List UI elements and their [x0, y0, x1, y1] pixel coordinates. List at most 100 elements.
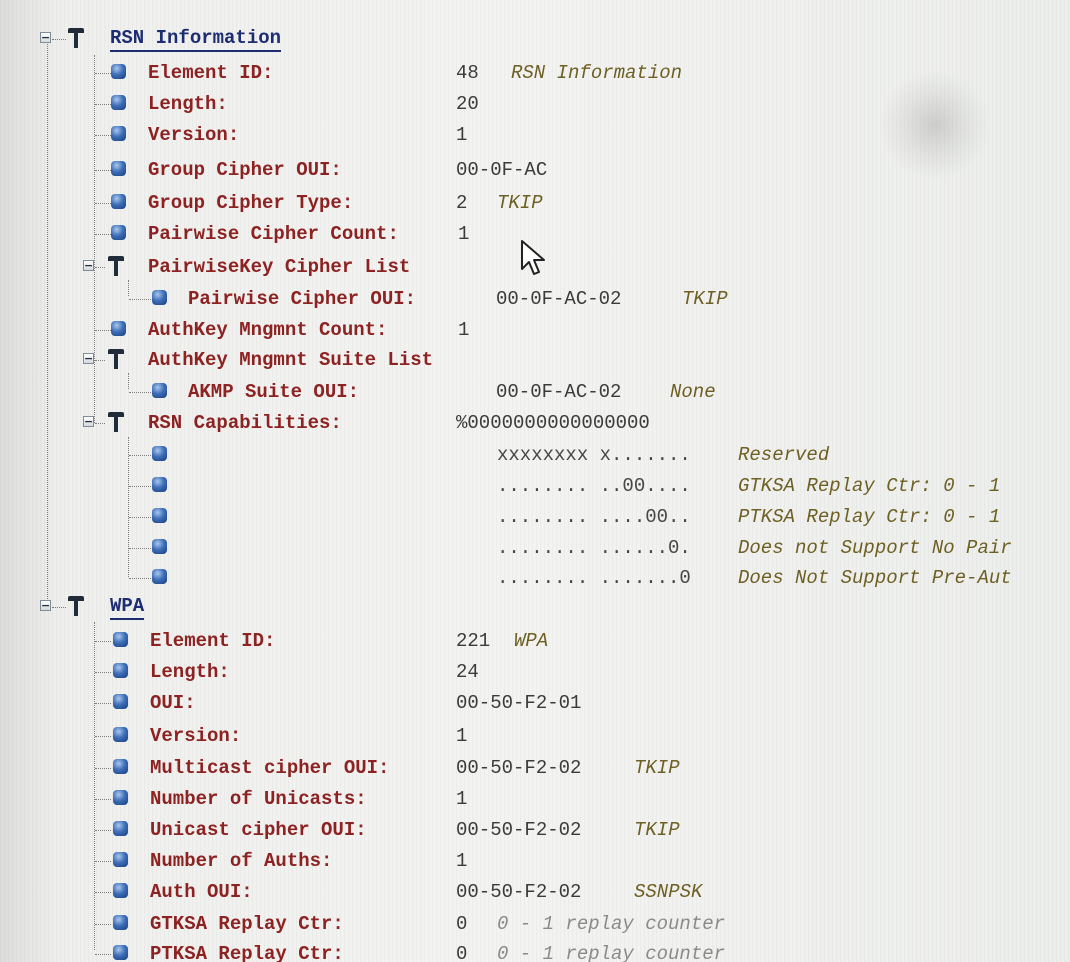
- field-cube-icon: [113, 727, 128, 742]
- field-label: Pairwise Cipher Count:: [148, 223, 399, 245]
- tree-group-icon: [107, 347, 125, 371]
- field-cube-icon: [111, 126, 126, 141]
- section-title: WPA: [110, 594, 145, 620]
- field-value: 20: [456, 93, 479, 115]
- field-label: Length:: [150, 661, 230, 683]
- field-value: %0000000000000000: [456, 412, 650, 434]
- field-cube-icon: [152, 477, 167, 492]
- field-value: 00-0F-AC: [456, 159, 548, 181]
- rsn-element-id-row[interactable]: Element ID: 48 RSN Information: [0, 58, 1070, 89]
- field-value: 00-50-F2-02: [456, 819, 582, 841]
- wpa-element-id-row[interactable]: Element ID: 221 WPA: [0, 626, 1070, 657]
- field-label: OUI:: [150, 692, 196, 714]
- capability-bit-row[interactable]: ........ ......0. Does not Support No Pa…: [0, 533, 1070, 564]
- wpa-node[interactable]: − WPA: [0, 592, 1070, 623]
- section-title: RSN Information: [110, 26, 282, 52]
- wpa-ptksa-replay-ctr-row[interactable]: PTKSA Replay Ctr: 0 0 - 1 replay counter: [0, 939, 1070, 962]
- wpa-number-of-unicasts-row[interactable]: Number of Unicasts: 1: [0, 784, 1070, 815]
- field-cube-icon: [111, 95, 126, 110]
- field-value: 00-50-F2-01: [456, 692, 582, 714]
- field-description: RSN Information: [511, 62, 683, 84]
- field-cube-icon: [111, 161, 126, 176]
- field-cube-icon: [152, 569, 167, 584]
- rsn-group-cipher-oui-row[interactable]: Group Cipher OUI: 00-0F-AC: [0, 155, 1070, 186]
- capability-bit-row[interactable]: ........ ..00.... GTKSA Replay Ctr: 0 - …: [0, 471, 1070, 502]
- field-label: Group Cipher Type:: [148, 192, 354, 214]
- field-cube-icon: [152, 290, 167, 305]
- field-description: None: [670, 381, 716, 403]
- field-cube-icon: [111, 225, 126, 240]
- field-label: Auth OUI:: [150, 881, 253, 903]
- field-description: TKIP: [682, 288, 728, 310]
- field-description: 0 - 1 replay counter: [497, 913, 726, 935]
- field-value: 00-0F-AC-02: [496, 381, 622, 403]
- wpa-number-of-auths-row[interactable]: Number of Auths: 1: [0, 846, 1070, 877]
- collapse-toggle-icon[interactable]: −: [83, 416, 94, 427]
- wpa-length-row[interactable]: Length: 24: [0, 657, 1070, 688]
- field-value: 00-0F-AC-02: [496, 288, 622, 310]
- field-description: WPA: [514, 630, 549, 652]
- bit-description: Does not Support No Pair: [738, 537, 1012, 559]
- rsn-version-row[interactable]: Version: 1: [0, 120, 1070, 151]
- field-cube-icon: [113, 852, 128, 867]
- field-label: Pairwise Cipher OUI:: [188, 288, 417, 310]
- bit-description: PTKSA Replay Ctr: 0 - 1: [738, 506, 1001, 528]
- authkey-mngmnt-suite-list-node[interactable]: − AuthKey Mngmnt Suite List: [0, 345, 1070, 376]
- rsn-group-cipher-type-row[interactable]: Group Cipher Type: 2 TKIP: [0, 188, 1070, 219]
- bit-pattern: ........ ....00..: [497, 506, 691, 528]
- field-label: Version:: [148, 124, 240, 146]
- authkey-mngmnt-count-row[interactable]: AuthKey Mngmnt Count: 1: [0, 315, 1070, 346]
- wpa-multicast-cipher-oui-row[interactable]: Multicast cipher OUI: 00-50-F2-02 TKIP: [0, 753, 1070, 784]
- field-label: Length:: [148, 93, 228, 115]
- field-cube-icon: [113, 759, 128, 774]
- tree-group-icon: [107, 410, 125, 434]
- akmp-suite-oui-row[interactable]: AKMP Suite OUI: 00-0F-AC-02 None: [0, 377, 1070, 408]
- field-label: Version:: [150, 725, 242, 747]
- field-value: 0: [456, 943, 468, 962]
- field-value: 1: [458, 319, 470, 341]
- field-cube-icon: [113, 663, 128, 678]
- wpa-version-row[interactable]: Version: 1: [0, 721, 1070, 752]
- collapse-toggle-icon[interactable]: −: [40, 600, 51, 611]
- field-value: 00-50-F2-02: [456, 757, 582, 779]
- field-value: 00-50-F2-02: [456, 881, 582, 903]
- pairwise-cipher-oui-row[interactable]: Pairwise Cipher OUI: 00-0F-AC-02 TKIP: [0, 284, 1070, 315]
- field-cube-icon: [111, 64, 126, 79]
- bit-pattern: xxxxxxxx x.......: [497, 444, 691, 466]
- capability-bit-row[interactable]: ........ .......0 Does Not Support Pre-A…: [0, 563, 1070, 594]
- capability-bit-row[interactable]: xxxxxxxx x....... Reserved: [0, 440, 1070, 471]
- rsn-length-row[interactable]: Length: 20: [0, 89, 1070, 120]
- field-value: 221: [456, 630, 491, 652]
- group-label: RSN Capabilities:: [148, 412, 342, 434]
- field-value: 0: [456, 913, 468, 935]
- field-value: 2: [456, 192, 468, 214]
- field-value: 1: [456, 850, 468, 872]
- field-cube-icon: [152, 383, 167, 398]
- tree-group-icon: [67, 594, 85, 618]
- field-cube-icon: [113, 632, 128, 647]
- collapse-toggle-icon[interactable]: −: [83, 353, 94, 364]
- wpa-unicast-cipher-oui-row[interactable]: Unicast cipher OUI: 00-50-F2-02 TKIP: [0, 815, 1070, 846]
- field-value: 1: [456, 788, 468, 810]
- field-label: Group Cipher OUI:: [148, 159, 342, 181]
- bit-description: Reserved: [738, 444, 830, 466]
- capability-bit-row[interactable]: ........ ....00.. PTKSA Replay Ctr: 0 - …: [0, 502, 1070, 533]
- wpa-oui-row[interactable]: OUI: 00-50-F2-01: [0, 688, 1070, 719]
- field-description: TKIP: [634, 819, 680, 841]
- field-cube-icon: [113, 915, 128, 930]
- rsn-information-node[interactable]: − RSN Information: [0, 24, 1070, 55]
- wpa-auth-oui-row[interactable]: Auth OUI: 00-50-F2-02 SSNPSK: [0, 877, 1070, 908]
- group-label: PairwiseKey Cipher List: [148, 256, 411, 278]
- field-cube-icon: [113, 694, 128, 709]
- bit-pattern: ........ ..00....: [497, 475, 691, 497]
- field-cube-icon: [113, 790, 128, 805]
- rsn-capabilities-node[interactable]: − RSN Capabilities: %0000000000000000: [0, 408, 1070, 439]
- collapse-toggle-icon[interactable]: −: [83, 260, 94, 271]
- field-value: 24: [456, 661, 479, 683]
- decode-tree-view: − RSN Information Element ID: 48 RSN Inf…: [0, 0, 1070, 962]
- wpa-gtksa-replay-ctr-row[interactable]: GTKSA Replay Ctr: 0 0 - 1 replay counter: [0, 909, 1070, 940]
- field-description: TKIP: [497, 192, 543, 214]
- collapse-toggle-icon[interactable]: −: [40, 32, 51, 43]
- field-label: Number of Unicasts:: [150, 788, 367, 810]
- field-cube-icon: [113, 883, 128, 898]
